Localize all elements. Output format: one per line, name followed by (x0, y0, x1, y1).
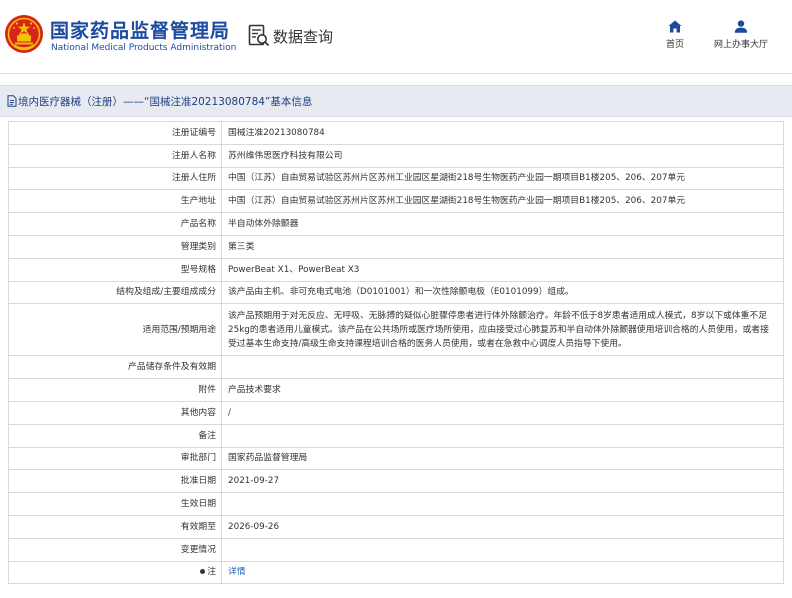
table-row: 型号规格 PowerBeat X1、PowerBeat X3 (8, 257, 784, 282)
record-title: 境内医疗器械（注册）——“国械注准20213080784”基本信息 (18, 95, 313, 108)
data-query-icon (248, 24, 270, 47)
field-value: 国械注准20213080784 (221, 121, 784, 145)
field-label: 审批部门 (8, 446, 222, 471)
details-link[interactable]: 详情 (228, 567, 246, 577)
table-row: 生效日期 (8, 492, 784, 516)
field-label: 有效期至 (8, 514, 222, 539)
field-label: 变更情况 (8, 537, 222, 562)
field-value: 第三类 (221, 234, 784, 259)
field-value: / (221, 400, 784, 425)
note-value-cell: 详情 (221, 560, 784, 585)
record-title-bar: 境内医疗器械（注册）——“国械注准20213080784”基本信息 (0, 85, 792, 117)
nav-online-service-hall[interactable]: 网上办事大厅 (710, 20, 772, 50)
field-label: 备注 (8, 423, 222, 448)
field-label: 生效日期 (8, 492, 222, 516)
table-row: 审批部门 国家药品监督管理局 (8, 446, 784, 471)
table-row: 生产地址 中国（江苏）自由贸易试验区苏州片区苏州工业园区星湖街218号生物医药产… (8, 189, 784, 214)
table-row: 产品名称 半自动体外除颤器 (8, 212, 784, 236)
table-row: 批准日期 2021-09-27 (8, 469, 784, 494)
field-label: 适用范围/预期用途 (8, 303, 222, 357)
agency-name-cn[interactable]: 国家药品监督管理局 (50, 16, 230, 43)
nav-home[interactable]: 首页 (663, 20, 687, 50)
field-value: 国家药品监督管理局 (221, 446, 784, 471)
agency-name-en[interactable]: National Medical Products Administration (51, 43, 236, 53)
field-value: 该产品预期用于对无反应、无呼吸、无脉搏的疑似心脏骤停患者进行体外除颤治疗。年龄不… (221, 303, 784, 357)
field-value: 半自动体外除颤器 (221, 212, 784, 236)
table-row: 附件 产品技术要求 (8, 378, 784, 402)
registration-detail-table: 注册证编号 国械注准20213080784 注册人名称 苏州维伟思医疗科技有限公… (8, 121, 784, 585)
field-label: 注册人住所 (8, 166, 222, 191)
table-row: 注 详情 (8, 560, 784, 585)
table-row: 备注 (8, 423, 784, 448)
site-header: 国家药品监督管理局 National Medical Products Admi… (0, 0, 792, 74)
document-icon (7, 95, 17, 107)
field-value (221, 537, 784, 562)
field-label: 注 (207, 567, 216, 578)
nav-home-label: 首页 (665, 40, 684, 50)
field-value (221, 492, 784, 516)
nav-service-label: 网上办事大厅 (713, 40, 768, 50)
field-value: 中国（江苏）自由贸易试验区苏州片区苏州工业园区星湖街218号生物医药产业园一期项… (221, 166, 784, 191)
field-label: 批准日期 (8, 469, 222, 494)
field-value (221, 423, 784, 448)
data-query-link[interactable]: 数据查询 (248, 24, 333, 48)
field-label: 产品名称 (8, 212, 222, 236)
field-label: 产品储存条件及有效期 (8, 355, 222, 380)
field-label: 注册证编号 (8, 121, 222, 145)
field-label: 其他内容 (8, 400, 222, 425)
field-value: 2021-09-27 (221, 469, 784, 494)
field-label: 型号规格 (8, 257, 222, 282)
table-row: 注册人住所 中国（江苏）自由贸易试验区苏州片区苏州工业园区星湖街218号生物医药… (8, 166, 784, 191)
pin-icon (200, 569, 206, 575)
table-row: 注册人名称 苏州维伟思医疗科技有限公司 (8, 143, 784, 168)
field-value: 该产品由主机、非可充电式电池（D0101001）和一次性除颤电极（E010109… (221, 280, 784, 305)
table-row: 结构及组成/主要组成成分 该产品由主机、非可充电式电池（D0101001）和一次… (8, 280, 784, 305)
table-row: 其他内容 / (8, 400, 784, 425)
home-icon (668, 20, 682, 33)
table-row: 注册证编号 国械注准20213080784 (8, 121, 784, 145)
field-label: 生产地址 (8, 189, 222, 214)
table-row: 产品储存条件及有效期 (8, 355, 784, 380)
field-label: 管理类别 (8, 234, 222, 259)
table-row: 变更情况 (8, 537, 784, 562)
header-divider (0, 73, 792, 74)
field-value: 2026-09-26 (221, 514, 784, 539)
field-value: 苏州维伟思医疗科技有限公司 (221, 143, 784, 168)
field-value (221, 355, 784, 380)
data-query-label: 数据查询 (273, 27, 334, 46)
field-label: 附件 (8, 378, 222, 402)
table-row: 有效期至 2026-09-26 (8, 514, 784, 539)
user-icon (734, 20, 748, 33)
field-value: 中国（江苏）自由贸易试验区苏州片区苏州工业园区星湖街218号生物医药产业园一期项… (221, 189, 784, 214)
table-row: 管理类别 第三类 (8, 234, 784, 259)
field-label: 结构及组成/主要组成成分 (8, 280, 222, 305)
note-label-cell: 注 (8, 560, 222, 585)
field-label: 注册人名称 (8, 143, 222, 168)
table-row: 适用范围/预期用途 该产品预期用于对无反应、无呼吸、无脉搏的疑似心脏骤停患者进行… (8, 303, 784, 357)
field-value: 产品技术要求 (221, 378, 784, 402)
field-value: PowerBeat X1、PowerBeat X3 (221, 257, 784, 282)
national-emblem-icon (5, 15, 43, 53)
